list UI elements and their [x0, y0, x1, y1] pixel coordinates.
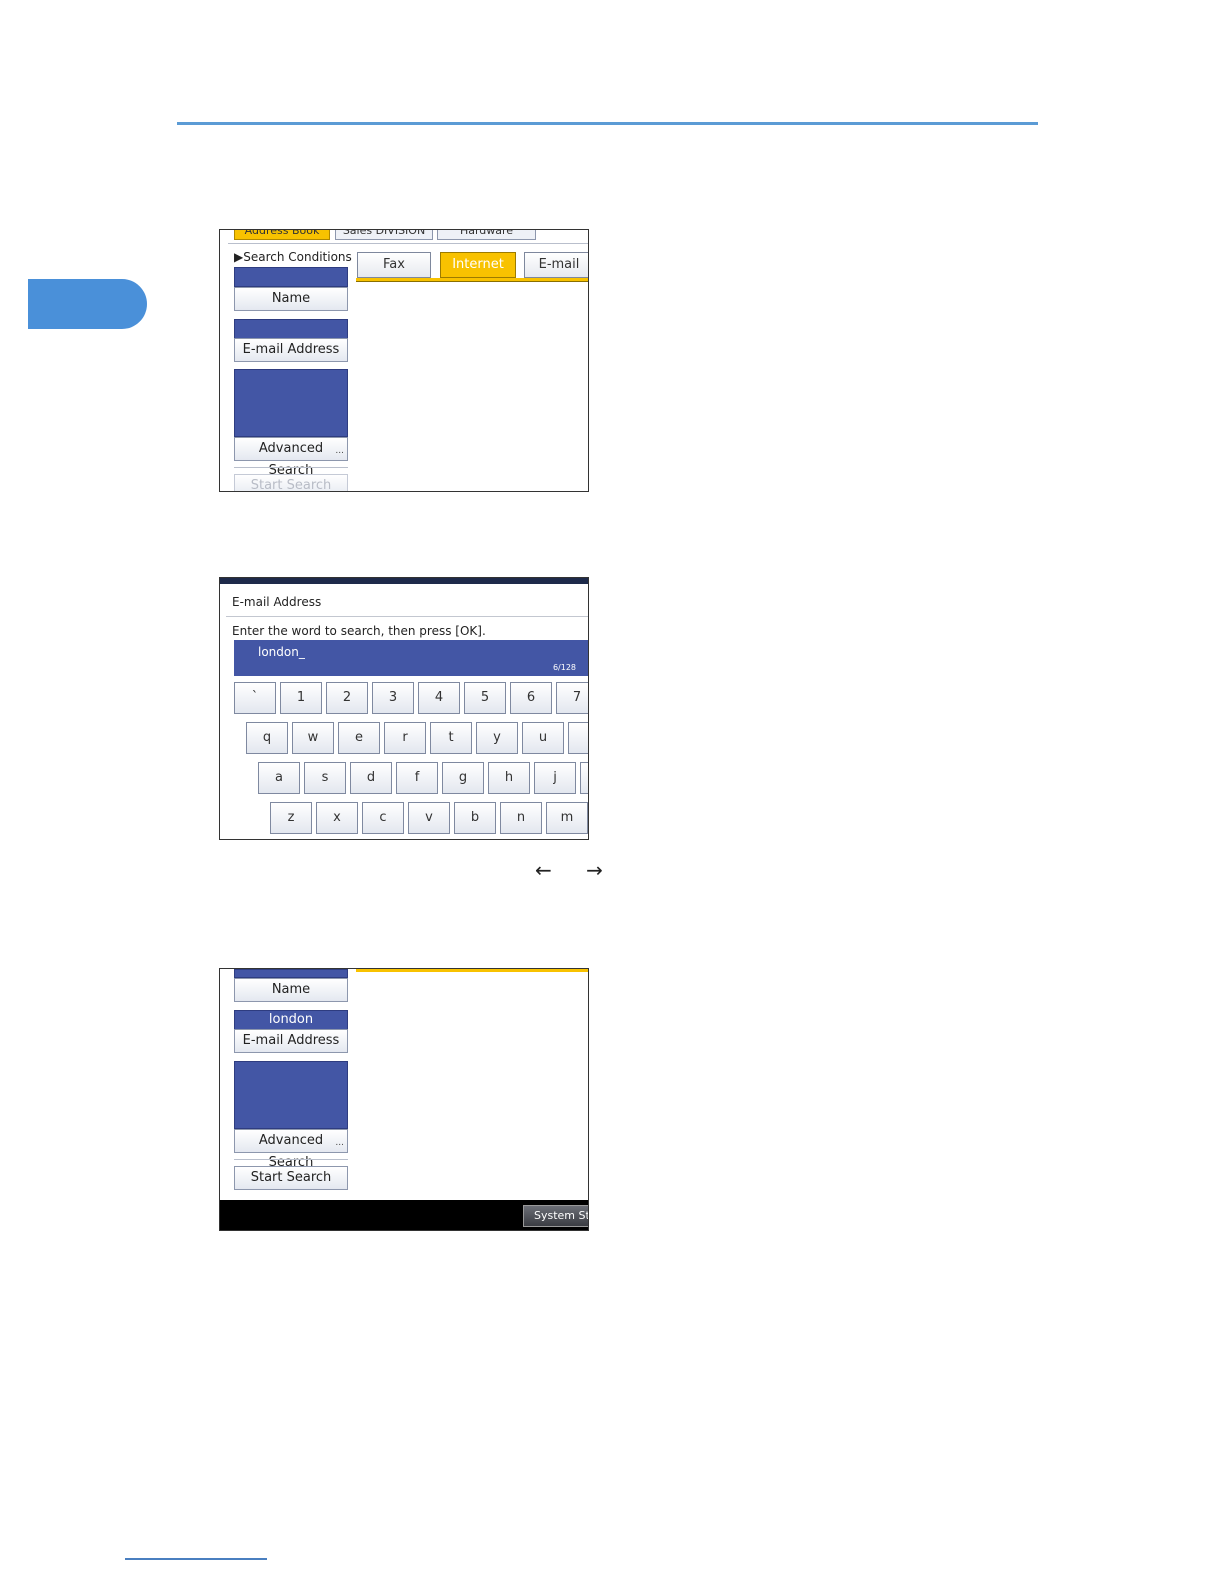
sales-division-button[interactable]: Sales DIVISION	[335, 230, 433, 240]
email-field	[234, 319, 348, 339]
name-button[interactable]: Name	[234, 287, 348, 311]
more-icon: ...	[335, 1138, 344, 1148]
screenshot-search-result: Name london E-mail Address Advanced Sear…	[219, 968, 589, 1231]
screenshot-keyboard-dialog: E-mail Address Enter the word to search,…	[219, 577, 589, 840]
key-partial[interactable]	[580, 762, 588, 794]
dialog-top-bar	[220, 578, 588, 584]
email-field: london	[234, 1010, 348, 1030]
key-h[interactable]: h	[488, 762, 530, 794]
advanced-search-label: Advanced Search	[258, 441, 324, 478]
key-u[interactable]: u	[522, 722, 564, 754]
email-address-button[interactable]: E-mail Address	[234, 1029, 348, 1053]
key-6[interactable]: 6	[510, 682, 552, 714]
name-button[interactable]: Name	[234, 978, 348, 1002]
key-e[interactable]: e	[338, 722, 380, 754]
tab-email[interactable]: E-mail	[524, 252, 588, 278]
arrow-keys-text: ← →	[535, 858, 617, 882]
key-x[interactable]: x	[316, 802, 358, 834]
advanced-search-label: Advanced Search	[258, 1133, 324, 1170]
tab-underline	[356, 278, 588, 282]
tab-underline	[356, 969, 588, 972]
key-5[interactable]: 5	[464, 682, 506, 714]
dialog-title: E-mail Address	[232, 595, 322, 609]
key-b[interactable]: b	[454, 802, 496, 834]
key-z[interactable]: z	[270, 802, 312, 834]
key-3[interactable]: 3	[372, 682, 414, 714]
key-t[interactable]: t	[430, 722, 472, 754]
key-m[interactable]: m	[546, 802, 588, 834]
key-7[interactable]: 7	[556, 682, 588, 714]
email-address-button[interactable]: E-mail Address	[234, 338, 348, 362]
system-status-button[interactable]: System Statu	[523, 1205, 588, 1227]
tab-internet-fax[interactable]: Internet Fax	[440, 252, 516, 296]
character-count: 6/128	[552, 663, 576, 672]
name-field	[234, 969, 348, 978]
separator	[234, 1159, 348, 1160]
key-2[interactable]: 2	[326, 682, 368, 714]
key-a[interactable]: a	[258, 762, 300, 794]
header-rule	[177, 122, 1038, 125]
screenshot-search-conditions: Address Book Sales DIVISION Hardware DIV…	[219, 229, 589, 492]
key-d[interactable]: d	[350, 762, 392, 794]
hardware-division-button[interactable]: Hardware DIVISI...	[437, 230, 536, 240]
key-v[interactable]: v	[408, 802, 450, 834]
more-icon: ...	[335, 446, 344, 456]
search-conditions-label: ▶Search Conditions	[234, 250, 352, 264]
key-y[interactable]: y	[476, 722, 518, 754]
tab-fax[interactable]: Fax	[357, 252, 431, 278]
search-input-value: london_	[258, 645, 305, 659]
key-n[interactable]: n	[500, 802, 542, 834]
key-r[interactable]: r	[384, 722, 426, 754]
key-s[interactable]: s	[304, 762, 346, 794]
key-w[interactable]: w	[292, 722, 334, 754]
key-4[interactable]: 4	[418, 682, 460, 714]
advanced-search-button[interactable]: Advanced Search...	[234, 1129, 348, 1170]
key-backtick[interactable]: `	[234, 682, 276, 714]
address-book-button[interactable]: Address Book	[234, 230, 330, 240]
separator	[226, 616, 588, 617]
dialog-instruction: Enter the word to search, then press [OK…	[232, 624, 486, 638]
advanced-search-field	[234, 369, 348, 437]
name-field	[234, 267, 348, 287]
search-input[interactable]: london_ 6/128	[234, 640, 588, 676]
key-c[interactable]: c	[362, 802, 404, 834]
key-g[interactable]: g	[442, 762, 484, 794]
key-q[interactable]: q	[246, 722, 288, 754]
start-search-button[interactable]: Start Search	[234, 474, 348, 491]
footer-rule	[125, 1558, 267, 1560]
key-1[interactable]: 1	[280, 682, 322, 714]
key-j[interactable]: j	[534, 762, 576, 794]
key-f[interactable]: f	[396, 762, 438, 794]
advanced-search-button[interactable]: Advanced Search...	[234, 437, 348, 478]
key-partial[interactable]	[568, 722, 588, 754]
advanced-search-field	[234, 1061, 348, 1129]
separator	[234, 467, 348, 468]
separator	[228, 243, 588, 244]
start-search-button[interactable]: Start Search	[234, 1166, 348, 1190]
chapter-tab	[28, 279, 147, 329]
